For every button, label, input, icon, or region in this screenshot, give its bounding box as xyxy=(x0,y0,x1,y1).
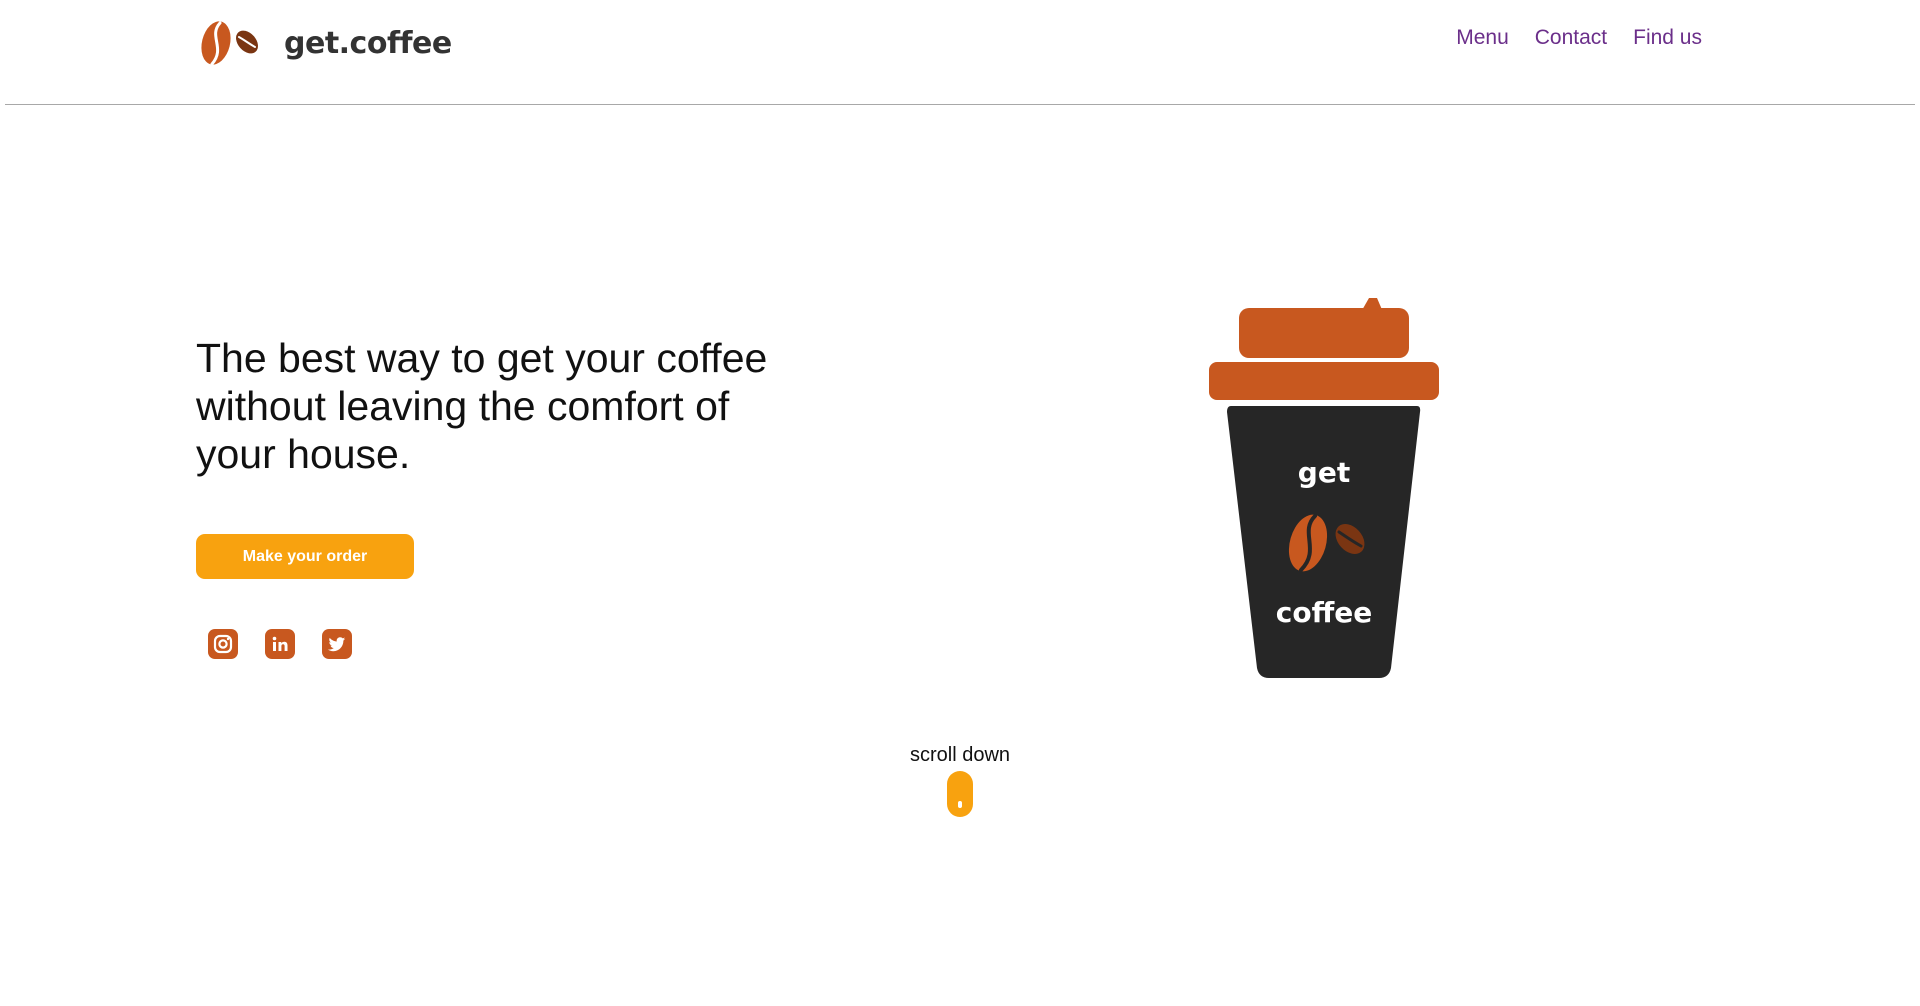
nav-link-contact[interactable]: Contact xyxy=(1535,26,1607,50)
instagram-icon xyxy=(213,634,233,654)
brand-logo[interactable]: get.coffee xyxy=(196,18,452,68)
cup-text-get: get xyxy=(1298,456,1350,489)
scroll-down-label: scroll down xyxy=(909,744,1011,766)
site-header: get.coffee Menu Contact Find us xyxy=(0,0,1920,104)
mouse-scroll-icon[interactable] xyxy=(947,771,973,817)
nav-link-find-us[interactable]: Find us xyxy=(1633,26,1702,50)
main-nav: Menu Contact Find us xyxy=(1456,26,1702,50)
social-links xyxy=(208,629,352,659)
instagram-link[interactable] xyxy=(208,629,238,659)
hero-headline: The best way to get your coffee without … xyxy=(196,335,768,477)
coffee-beans-icon xyxy=(201,21,258,66)
mouse-wheel-dot xyxy=(958,801,962,808)
header-divider xyxy=(5,104,1915,105)
twitter-icon xyxy=(327,637,346,652)
landing-page: get.coffee Menu Contact Find us The best… xyxy=(0,0,1920,1006)
coffee-cup-graphic: get coffee xyxy=(1209,298,1439,678)
linkedin-link[interactable] xyxy=(265,629,295,659)
brand-name: get.coffee xyxy=(284,25,452,61)
cup-text-coffee: coffee xyxy=(1276,596,1373,629)
scroll-down-indicator[interactable]: scroll down xyxy=(880,744,1040,817)
linkedin-icon xyxy=(272,636,288,651)
twitter-link[interactable] xyxy=(322,629,352,659)
nav-link-menu[interactable]: Menu xyxy=(1456,26,1509,50)
coffee-cup-illustration: get coffee xyxy=(1205,294,1445,684)
make-order-button[interactable]: Make your order xyxy=(196,534,414,579)
